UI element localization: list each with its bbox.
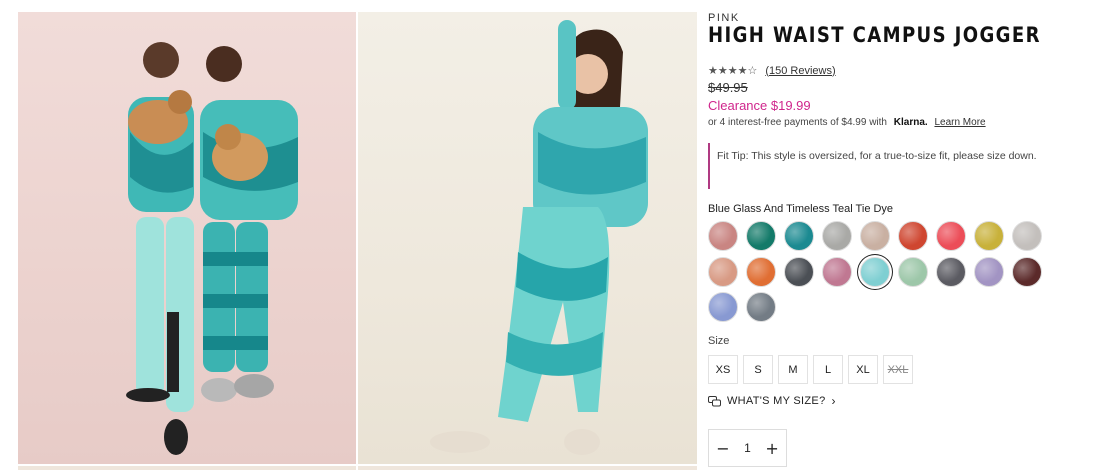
- product-photo-models-with-puppies[interactable]: [18, 12, 356, 464]
- selected-color-name: Blue Glass And Timeless Teal Tie Dye: [708, 203, 894, 215]
- fit-tip: Fit Tip: This style is oversized, for a …: [708, 143, 1060, 189]
- product-gallery: [18, 12, 697, 470]
- product-info-panel: PINK HIGH WAIST CAMPUS JOGGER ★★★★☆ (150…: [708, 0, 1088, 470]
- color-swatch-leopard[interactable]: [860, 221, 890, 251]
- color-swatch-black-grey-tie-dye[interactable]: [784, 256, 814, 287]
- color-swatch-peach-tie-dye[interactable]: [708, 256, 738, 287]
- color-swatch-light-grey[interactable]: [1012, 221, 1042, 251]
- gallery-thumbnail-strip-right: [358, 466, 697, 470]
- quantity-value: 1: [744, 441, 751, 455]
- color-swatch-maroon[interactable]: [1012, 256, 1042, 287]
- original-price: $49.95: [708, 80, 748, 95]
- color-swatch-periwinkle-tie-dye[interactable]: [708, 292, 738, 322]
- quantity-decrease-button[interactable]: −: [716, 439, 729, 458]
- whats-my-size-label: WHAT'S MY SIZE?: [727, 395, 826, 407]
- color-swatch-grey-heather[interactable]: [822, 221, 852, 251]
- clearance-price: Clearance $19.99: [708, 98, 811, 113]
- color-swatch-blue-glass-teal-tie-dye[interactable]: [860, 256, 890, 287]
- klarna-text: or 4 interest-free payments of $4.99 wit…: [708, 117, 887, 128]
- rating-stars-icon: ★★★★☆: [708, 65, 758, 77]
- klarna-payment-info: or 4 interest-free payments of $4.99 wit…: [708, 117, 986, 128]
- size-option-l[interactable]: L: [813, 355, 843, 384]
- size-label: Size: [708, 335, 730, 347]
- color-swatch-lavender-tie-dye[interactable]: [974, 256, 1004, 287]
- color-swatch-coral-red[interactable]: [936, 221, 966, 251]
- product-rating: ★★★★☆ (150 Reviews): [708, 64, 836, 78]
- gallery-thumbnail-strip-left: [18, 466, 356, 470]
- size-options: XS S M L XL XXL: [708, 355, 913, 384]
- color-swatch-orange[interactable]: [746, 256, 776, 287]
- color-swatch-pink-purple-tie-dye[interactable]: [822, 256, 852, 287]
- color-swatch-green-teal-tie-dye[interactable]: [746, 221, 776, 251]
- size-option-xs[interactable]: XS: [708, 355, 738, 384]
- size-option-xxl: XXL: [883, 355, 913, 384]
- reviews-link[interactable]: (150 Reviews): [765, 65, 835, 77]
- klarna-learn-more-link[interactable]: Learn More: [934, 117, 985, 128]
- size-option-m[interactable]: M: [778, 355, 808, 384]
- whats-my-size-link[interactable]: WHAT'S MY SIZE? ›: [708, 394, 836, 408]
- quantity-stepper: − 1 +: [708, 429, 787, 467]
- color-swatch-red-orange[interactable]: [898, 221, 928, 251]
- color-swatch-mustard[interactable]: [974, 221, 1004, 251]
- quantity-increase-button[interactable]: +: [765, 439, 778, 458]
- size-option-s[interactable]: S: [743, 355, 773, 384]
- product-title: HIGH WAIST CAMPUS JOGGER: [708, 23, 1041, 47]
- product-photo-model-standing[interactable]: [358, 12, 697, 464]
- klarna-logo: Klarna.: [893, 117, 928, 128]
- color-swatch-grey-blue-tie-dye[interactable]: [746, 292, 776, 322]
- size-chat-icon: [708, 395, 721, 406]
- size-option-xl[interactable]: XL: [848, 355, 878, 384]
- color-swatch-dusty-rose-tie-dye[interactable]: [708, 221, 738, 251]
- color-swatch-sage-green[interactable]: [898, 256, 928, 287]
- color-swatch-teal-swirl-tie-dye[interactable]: [784, 221, 814, 251]
- chevron-right-icon: ›: [831, 394, 836, 408]
- color-swatch-black-white-tie-dye[interactable]: [936, 256, 966, 287]
